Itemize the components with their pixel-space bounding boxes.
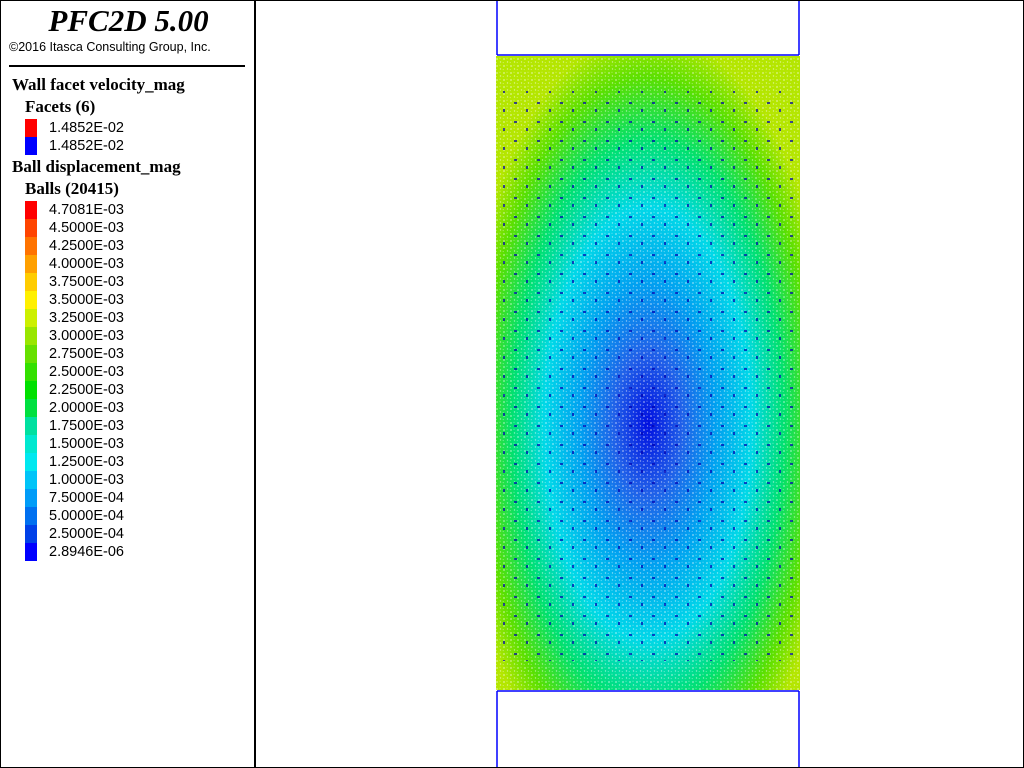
legend-panel: PFC2D 5.00 ©2016 Itasca Consulting Group…: [1, 1, 256, 767]
ball-legend-swatch: [25, 363, 37, 381]
ball-legend-label: 4.5000E-03: [49, 220, 124, 236]
facet-legend-label: 1.4852E-02: [49, 138, 124, 154]
copyright-text: ©2016 Itasca Consulting Group, Inc.: [9, 40, 211, 54]
ball-legend-label: 4.0000E-03: [49, 256, 124, 272]
ball-legend-label: 1.0000E-03: [49, 472, 124, 488]
ball-legend-swatch: [25, 489, 37, 507]
ball-legend-label: 2.5000E-04: [49, 526, 124, 542]
ball-legend-swatch: [25, 201, 37, 219]
ball-assembly-outliers: [496, 91, 800, 661]
ball-legend-label: 7.5000E-04: [49, 490, 124, 506]
ball-legend-label: 2.7500E-03: [49, 346, 124, 362]
ball-legend-label: 3.0000E-03: [49, 328, 124, 344]
legend-separator: [9, 65, 245, 67]
ball-legend-swatch: [25, 435, 37, 453]
ball-legend-swatch: [25, 345, 37, 363]
ball-legend-swatch: [25, 543, 37, 561]
ball-legend-swatch: [25, 291, 37, 309]
ball-legend-label: 3.2500E-03: [49, 310, 124, 326]
ball-legend-swatch: [25, 507, 37, 525]
ball-legend-label: 1.7500E-03: [49, 418, 124, 434]
ball-legend-label: 1.2500E-03: [49, 454, 124, 470]
ball-legend-label: 2.5000E-03: [49, 364, 124, 380]
ball-legend-label: 4.2500E-03: [49, 238, 124, 254]
ball-legend-label: 3.5000E-03: [49, 292, 124, 308]
balls-legend-header: Balls (20415): [25, 179, 119, 198]
ball-legend-swatch: [25, 417, 37, 435]
app-title: PFC2D 5.00: [48, 3, 209, 38]
model-viewport[interactable]: [257, 1, 1022, 767]
ball-legend-swatch: [25, 525, 37, 543]
facets-legend-header: Facets (6): [25, 97, 96, 116]
ball-legend-header: Ball displacement_mag: [12, 157, 181, 176]
ball-legend-swatch: [25, 399, 37, 417]
facet-legend-swatch: [25, 137, 37, 155]
ball-legend-swatch: [25, 219, 37, 237]
ball-legend-label: 4.7081E-03: [49, 202, 124, 218]
ball-legend-label: 1.5000E-03: [49, 436, 124, 452]
ball-legend-label: 5.0000E-04: [49, 508, 124, 524]
facet-legend-label: 1.4852E-02: [49, 120, 124, 136]
ball-legend-swatch: [25, 327, 37, 345]
ball-legend-swatch: [25, 255, 37, 273]
ball-legend-label: 2.2500E-03: [49, 382, 124, 398]
facet-legend-swatch: [25, 119, 37, 137]
ball-legend-label: 2.0000E-03: [49, 400, 124, 416]
ball-legend-swatch: [25, 453, 37, 471]
ball-legend-label: 3.7500E-03: [49, 274, 124, 290]
ball-legend-swatch: [25, 273, 37, 291]
ball-legend-swatch: [25, 237, 37, 255]
wall-legend-header: Wall facet velocity_mag: [12, 75, 185, 94]
ball-legend-swatch: [25, 309, 37, 327]
model-plot: [496, 1, 800, 767]
ball-legend-swatch: [25, 471, 37, 489]
ball-legend-label: 2.8946E-06: [49, 544, 124, 560]
ball-legend-swatch: [25, 381, 37, 399]
